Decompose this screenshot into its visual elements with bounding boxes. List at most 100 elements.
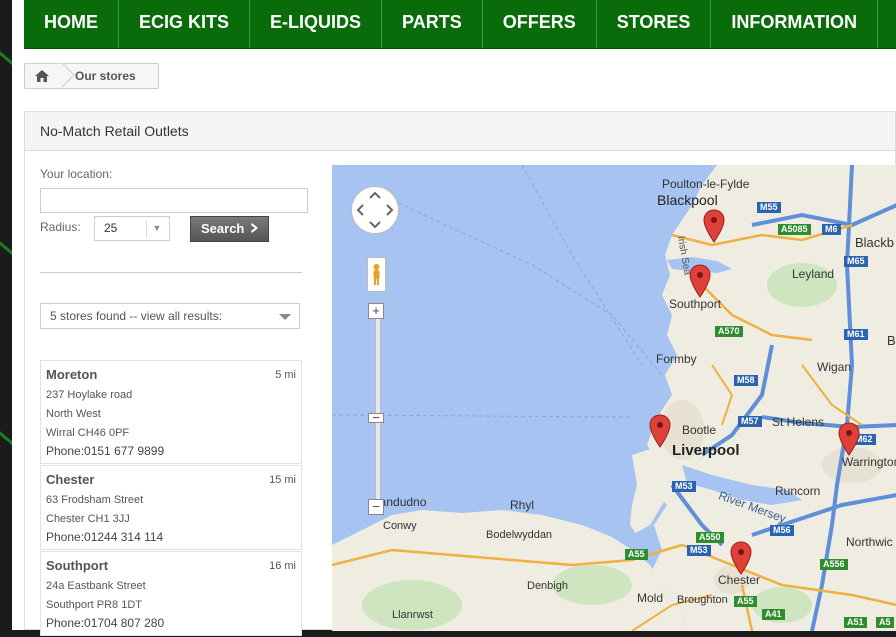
- store-address: Southport PR8 1DT: [46, 599, 142, 611]
- road-label: M53: [672, 481, 696, 492]
- results-label: 5 stores found -- view all results:: [50, 309, 223, 323]
- road-label: M61: [844, 329, 868, 340]
- store-distance: 15 mi: [269, 474, 296, 486]
- place-blackpool: Blackpool: [657, 192, 718, 208]
- nav-information[interactable]: INFORMATION: [711, 0, 879, 48]
- store-map[interactable]: Poulton-le-Fylde Blackpool Blackb Leylan…: [332, 165, 896, 631]
- main-nav: HOME ECIG KITS E-LIQUIDS PARTS OFFERS ST…: [24, 0, 896, 49]
- search-button[interactable]: Search: [190, 216, 269, 242]
- road-label: M55: [757, 202, 781, 213]
- road-label: A55: [625, 549, 648, 560]
- breadcrumb-home[interactable]: [25, 64, 65, 88]
- place-chester: Chester: [718, 573, 761, 587]
- store-address: 237 Hoylake road: [46, 389, 133, 401]
- place-broughton: Broughton: [677, 594, 728, 606]
- place-southport: Southport: [669, 297, 722, 311]
- map-pin-chester[interactable]: [730, 541, 752, 575]
- location-input[interactable]: [40, 188, 308, 213]
- map-pin-warrington[interactable]: [838, 422, 860, 456]
- breadcrumb-current: Our stores: [75, 69, 136, 83]
- radius-label: Radius:: [40, 220, 81, 234]
- road-label: A570: [715, 326, 743, 337]
- place-llanrwst: Llanrwst: [392, 609, 433, 621]
- place-wigan: Wigan: [817, 360, 852, 374]
- road-label: A5: [876, 617, 894, 628]
- place-northwich: Northwic: [846, 535, 893, 549]
- road-label: A556: [820, 559, 848, 570]
- road-label: M58: [734, 375, 758, 386]
- zoom-out-button[interactable]: −: [368, 499, 384, 515]
- store-name: Southport: [46, 558, 109, 573]
- map-base: [332, 165, 896, 631]
- store-address: 24a Eastbank Street: [46, 580, 146, 592]
- chevron-down-icon: ▼: [146, 219, 167, 238]
- map-pin-moreton[interactable]: [649, 414, 671, 448]
- place-runcorn: Runcorn: [775, 484, 821, 498]
- store-phone: Phone:01704 807 280: [46, 616, 165, 630]
- pegman-icon: [373, 264, 380, 285]
- place-bootle: Bootle: [682, 423, 717, 437]
- place-denbigh: Denbigh: [527, 580, 568, 592]
- road-label: M57: [738, 416, 762, 427]
- dropdown-arrow-icon: [279, 314, 291, 320]
- page: HOME ECIG KITS E-LIQUIDS PARTS OFFERS ST…: [12, 0, 896, 636]
- store-locator-panel: No-Match Retail Outlets Your location: R…: [24, 111, 896, 636]
- store-address: North West: [46, 408, 101, 420]
- nav-ecig-kits[interactable]: ECIG KITS: [119, 0, 251, 48]
- place-liverpool: Liverpool: [672, 442, 740, 459]
- place-rhyl: Rhyl: [510, 498, 535, 512]
- store-item-southport[interactable]: Southport 16 mi 24a Eastbank Street Sout…: [40, 551, 302, 636]
- divider: [40, 272, 302, 273]
- nav-stores[interactable]: STORES: [597, 0, 712, 48]
- radius-select[interactable]: 25 ▼: [94, 216, 170, 241]
- zoom-in-button[interactable]: +: [368, 303, 384, 319]
- place-blackb: Blackb: [855, 235, 895, 250]
- panel-title: No-Match Retail Outlets: [25, 112, 895, 151]
- map-pin-blackpool[interactable]: [703, 209, 725, 243]
- location-label: Your location:: [40, 167, 113, 181]
- place-mold: Mold: [637, 591, 664, 605]
- nav-home[interactable]: HOME: [24, 0, 119, 48]
- place-warrington: Warrington: [842, 455, 896, 469]
- home-icon: [35, 70, 49, 82]
- nav-parts[interactable]: PARTS: [382, 0, 483, 48]
- store-address: Chester CH1 3JJ: [46, 513, 130, 525]
- road-label: A55: [734, 596, 757, 607]
- radius-value: 25: [104, 221, 118, 235]
- store-distance: 5 mi: [275, 369, 296, 381]
- place-landudno: landudno: [377, 495, 427, 509]
- store-address: Wirral CH46 0PF: [46, 427, 130, 439]
- road-label: M56: [770, 525, 794, 536]
- store-phone: Phone:0151 677 9899: [46, 444, 165, 458]
- road-label: A41: [762, 609, 785, 620]
- store-name: Chester: [46, 472, 95, 487]
- road-label: A5085: [778, 224, 811, 235]
- search-button-label: Search: [201, 221, 245, 236]
- place-st-helens: St Helens: [772, 415, 825, 429]
- store-distance: 16 mi: [269, 560, 296, 572]
- store-name: Moreton: [46, 367, 98, 382]
- results-select[interactable]: 5 stores found -- view all results:: [40, 303, 300, 329]
- place-bodelwyddan: Bodelwyddan: [486, 529, 553, 541]
- zoom-slider-handle[interactable]: −: [368, 411, 384, 424]
- nav-offers[interactable]: OFFERS: [483, 0, 597, 48]
- pan-control[interactable]: [351, 186, 399, 234]
- store-item-moreton[interactable]: Moreton 5 mi 237 Hoylake road North West…: [40, 360, 302, 464]
- breadcrumb: Our stores: [24, 63, 159, 89]
- chevron-right-icon: [251, 223, 258, 233]
- store-address: 63 Frodsham Street: [46, 494, 144, 506]
- place-b: B: [887, 333, 896, 348]
- map-pin-southport[interactable]: [689, 264, 711, 298]
- place-formby: Formby: [656, 352, 697, 366]
- road-label: A51: [844, 617, 867, 628]
- pan-arrows-icon: [356, 191, 394, 229]
- store-item-chester[interactable]: Chester 15 mi 63 Frodsham Street Chester…: [40, 465, 302, 550]
- place-conwy: Conwy: [383, 520, 417, 532]
- street-view-control[interactable]: [367, 257, 386, 292]
- place-leyland: Leyland: [792, 267, 835, 281]
- nav-e-liquids[interactable]: E-LIQUIDS: [250, 0, 383, 48]
- store-phone: Phone:01244 314 114: [46, 530, 164, 544]
- road-label: M65: [844, 256, 868, 267]
- road-label: M53: [687, 545, 711, 556]
- place-poulton: Poulton-le-Fylde: [662, 177, 750, 191]
